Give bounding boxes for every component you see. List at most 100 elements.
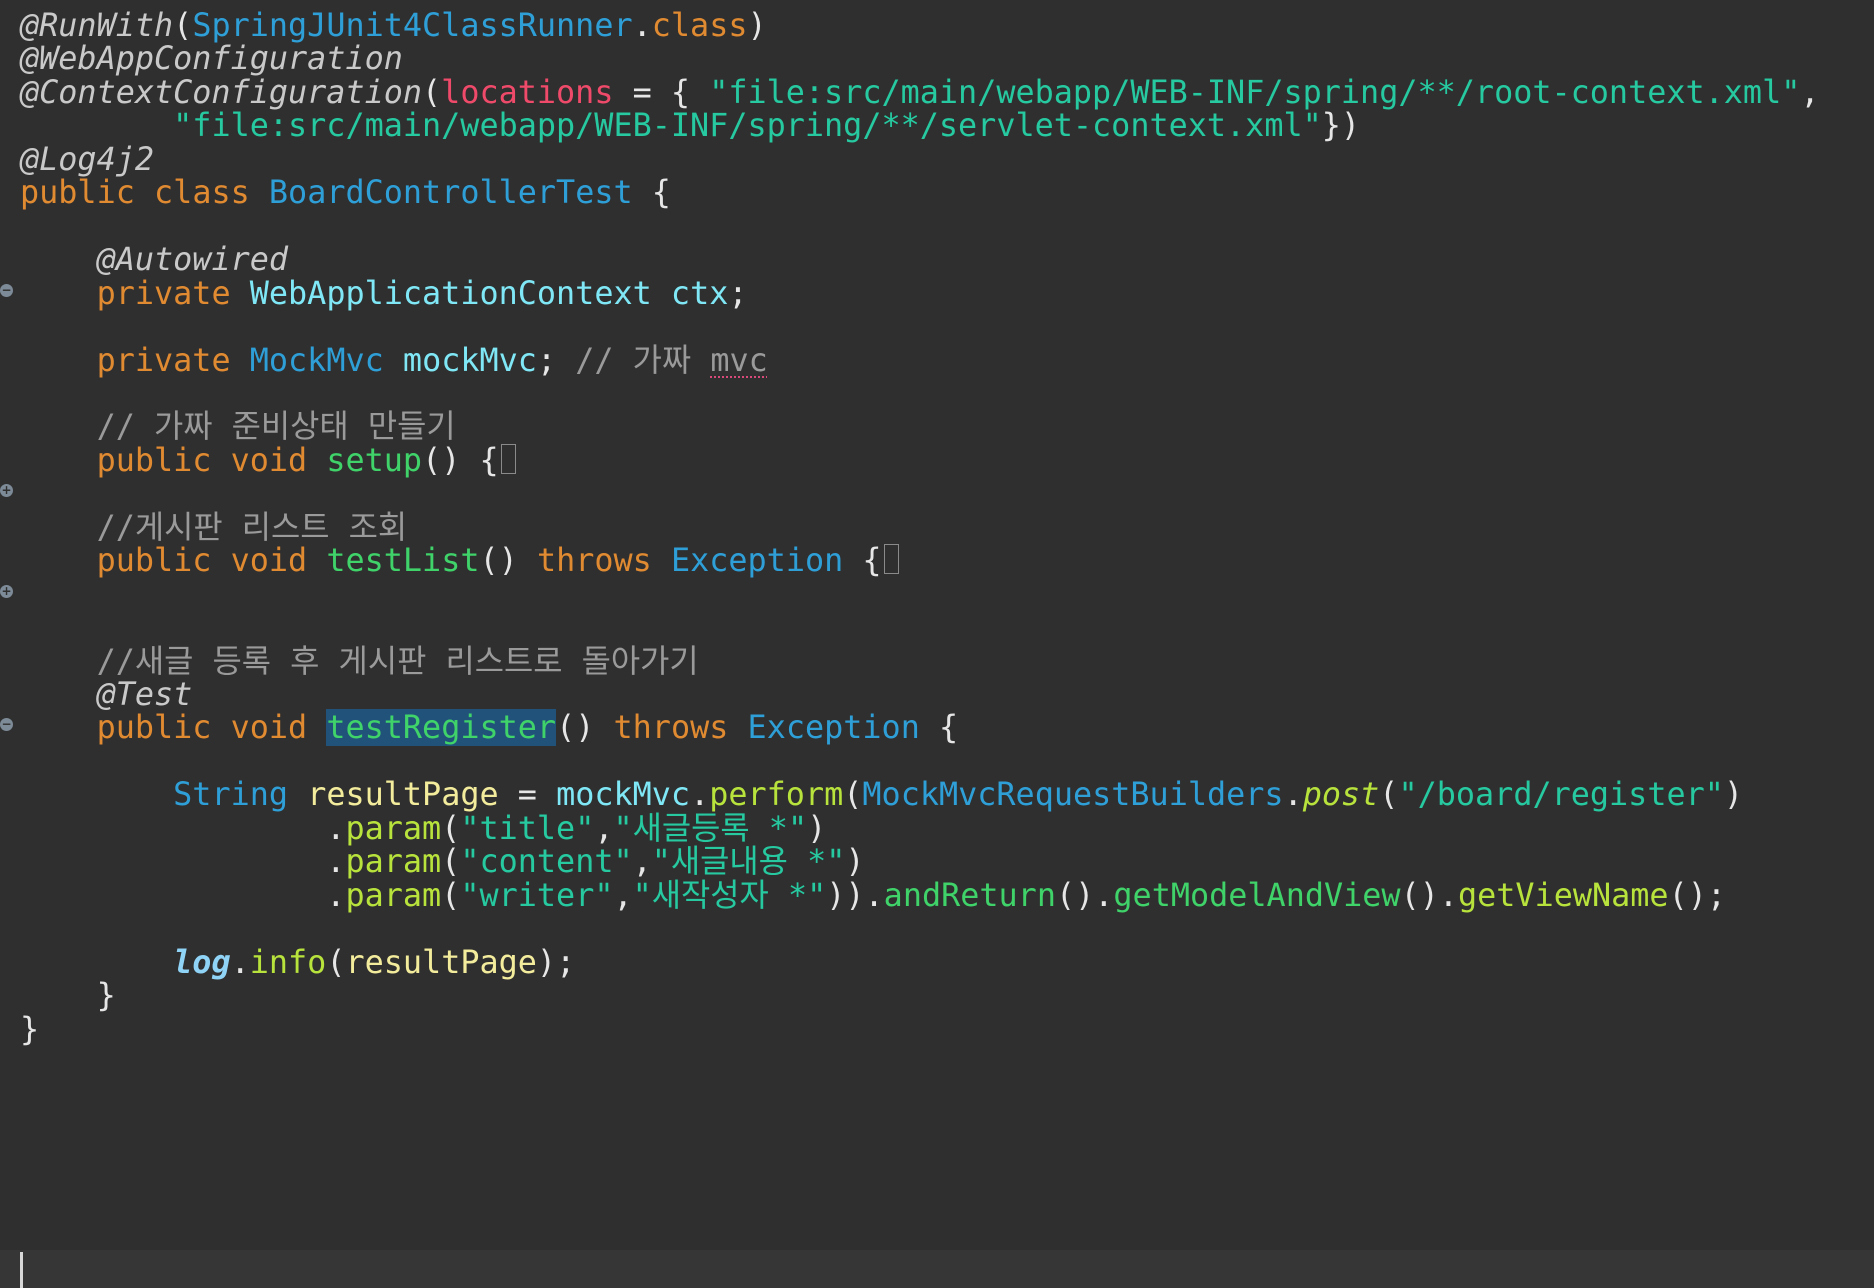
- code-token: // 가짜 준비상태 만들기: [96, 408, 456, 446]
- code-token: (: [441, 809, 461, 847]
- code-token: BoardControllerTest: [268, 174, 633, 212]
- code-line[interactable]: }: [20, 1010, 39, 1050]
- code-line[interactable]: public void testList() throws Exception …: [20, 541, 899, 581]
- code-token: MockMvcRequestBuilders: [862, 776, 1284, 814]
- code-token: ,: [1800, 73, 1820, 111]
- code-token: mockMvc: [402, 341, 537, 379]
- code-token: setup: [326, 441, 423, 479]
- code-token: ;: [536, 341, 576, 379]
- code-token: {: [843, 542, 882, 580]
- code-token: public: [96, 709, 212, 747]
- code-line[interactable]: private WebApplicationContext ctx;: [20, 274, 748, 314]
- code-token: String: [173, 776, 289, 814]
- code-token: {: [919, 709, 959, 747]
- code-token: //게시판 리스트 조회: [96, 508, 408, 546]
- code-token: ,: [632, 843, 652, 881]
- code-token: void: [230, 441, 308, 479]
- code-token: testRegister: [326, 709, 557, 747]
- code-token: (): [479, 542, 537, 580]
- expand-fold-icon[interactable]: +: [0, 584, 13, 598]
- code-line[interactable]: public void testRegister() throws Except…: [20, 708, 958, 748]
- code-token: "writer": [460, 876, 614, 914]
- code-token: "새글내용 *": [651, 843, 846, 881]
- code-line[interactable]: private MockMvc mockMvc; // 가짜 mvc: [20, 341, 768, 381]
- code-token: WebApplicationContext: [249, 274, 652, 312]
- code-token: class: [651, 7, 748, 44]
- code-token: log: [173, 943, 231, 981]
- code-token: locations: [441, 73, 614, 111]
- code-token: =: [498, 776, 557, 814]
- code-token: @Autowired: [96, 241, 289, 279]
- code-line[interactable]: public void setup() {: [20, 441, 516, 481]
- code-token: @Log4j2: [20, 140, 155, 178]
- code-token: // 가짜: [575, 341, 711, 379]
- code-line[interactable]: .param("writer","새작성자 *")).andReturn().g…: [20, 876, 1726, 916]
- code-token: (: [441, 876, 461, 914]
- code-token: @ContextConfiguration: [20, 73, 423, 111]
- code-token: ): [807, 809, 827, 847]
- code-token: resultPage: [307, 776, 499, 814]
- collapsed-code-box[interactable]: [500, 443, 516, 474]
- code-token: param: [345, 843, 442, 881]
- code-token: "title": [460, 809, 595, 847]
- code-token: @RunWith: [20, 7, 174, 44]
- code-token: public: [96, 542, 212, 580]
- collapse-fold-icon[interactable]: −: [0, 283, 13, 297]
- code-token: ;: [728, 274, 748, 312]
- code-token: () {: [422, 441, 499, 479]
- code-token: MockMvc: [249, 341, 384, 379]
- code-token: = {: [613, 73, 710, 111]
- code-token: "content": [460, 843, 633, 881]
- code-token: .: [326, 809, 346, 847]
- code-token: param: [345, 809, 442, 847]
- code-token: ,: [594, 809, 614, 847]
- code-token: //새글 등록 후 게시판 리스트로 돌아가기: [96, 642, 699, 680]
- code-token: ();: [1668, 876, 1727, 914]
- code-token: (: [173, 7, 193, 44]
- code-token: mvc: [710, 341, 768, 379]
- code-token: ().: [1055, 876, 1114, 914]
- code-token: class: [154, 174, 250, 212]
- collapsed-code-box[interactable]: [883, 544, 899, 575]
- code-token: private: [96, 341, 231, 379]
- code-token: }: [20, 1010, 40, 1048]
- code-token: ().: [1400, 876, 1458, 914]
- code-token: (): [556, 709, 614, 747]
- collapse-fold-icon[interactable]: −: [0, 718, 13, 732]
- code-token: testList: [326, 542, 480, 580]
- code-token: }): [1321, 107, 1361, 145]
- code-token: )).: [826, 876, 884, 914]
- code-token: Exception: [747, 709, 920, 747]
- code-line[interactable]: public class BoardControllerTest {: [20, 173, 671, 213]
- expand-fold-icon[interactable]: +: [0, 484, 13, 498]
- code-token: (: [326, 943, 346, 981]
- code-token: post: [1302, 776, 1380, 814]
- code-token: @WebAppConfiguration: [20, 40, 403, 78]
- code-token: private: [96, 274, 231, 312]
- code-editor[interactable]: − + + − @RunWith(SpringJUnit4ClassRunner.cl…: [0, 0, 1874, 1288]
- code-token: mockMvc: [556, 776, 691, 814]
- code-token: "file:src/main/webapp/WEB-INF/spring/**/…: [173, 107, 1322, 145]
- current-line-highlight: [0, 1250, 1874, 1288]
- code-token: );: [536, 943, 576, 981]
- code-line[interactable]: "file:src/main/webapp/WEB-INF/spring/**/…: [20, 106, 1360, 146]
- code-token: getModelAndView: [1113, 876, 1401, 914]
- code-token: void: [230, 709, 308, 747]
- code-token: (: [843, 776, 863, 814]
- code-token: perform: [709, 776, 844, 814]
- code-token: Exception: [670, 542, 844, 580]
